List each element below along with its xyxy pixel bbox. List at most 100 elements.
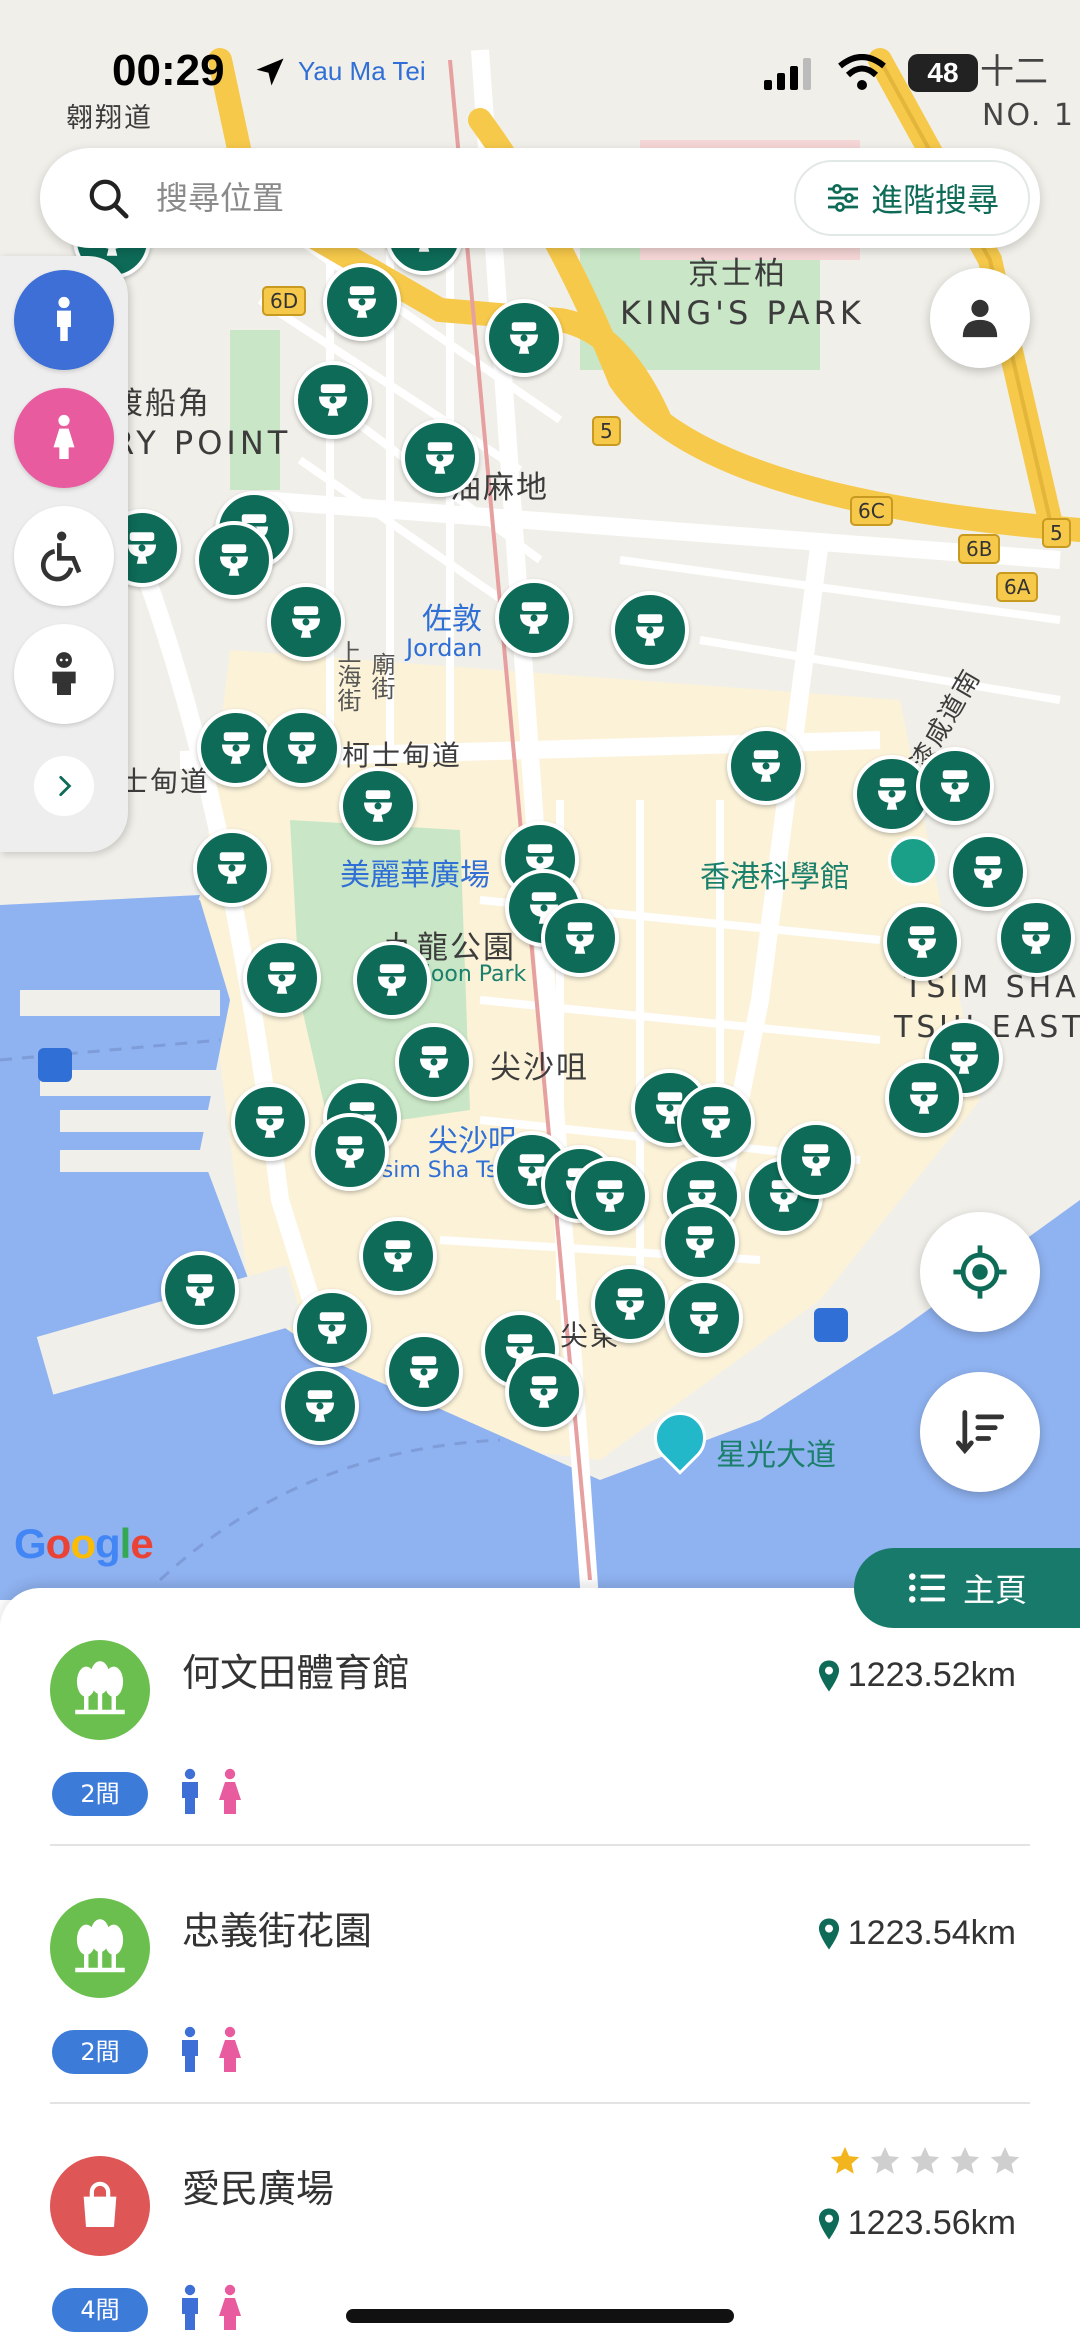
gender-icons <box>176 1768 244 1816</box>
distance-text: 1223.54km <box>847 1914 1016 1952</box>
toilet-count-badge: 4間 <box>52 2288 148 2332</box>
female-icon <box>219 2284 241 2330</box>
gender-icons <box>176 2026 244 2074</box>
toilet-map-pin[interactable] <box>339 767 417 845</box>
toilet-map-pin[interactable] <box>485 299 563 377</box>
ferry-icon <box>814 1308 848 1342</box>
search-input[interactable] <box>156 148 716 248</box>
toilet-icon <box>420 1046 448 1078</box>
battery-indicator: 48 <box>908 54 978 92</box>
male-icon <box>182 2284 198 2330</box>
toilet-map-pin[interactable] <box>294 361 372 439</box>
filter-baby-button[interactable] <box>14 624 114 724</box>
status-location: Yau Ma Tei <box>298 56 426 86</box>
toilet-icon <box>566 922 594 954</box>
star-empty-icon <box>910 2146 940 2174</box>
toilet-map-pin[interactable] <box>161 1251 239 1329</box>
home-tab-label: 主頁 <box>962 1571 1027 1609</box>
toilet-icon <box>364 790 392 822</box>
signal-icon <box>764 58 811 90</box>
toilet-map-pin[interactable] <box>231 1083 309 1161</box>
toilet-icon <box>908 926 936 958</box>
toilet-map-pin[interactable] <box>311 1113 389 1191</box>
toilet-map-pin[interactable] <box>495 579 573 657</box>
toilet-map-pin[interactable] <box>293 1289 371 1367</box>
toilet-icon <box>336 1136 364 1168</box>
museum-icon[interactable] <box>888 836 938 886</box>
search-bar[interactable]: 進階搜尋 <box>40 148 1040 248</box>
female-icon <box>53 414 75 459</box>
list-item-distance: 1223.52km <box>816 1656 1016 1695</box>
toilet-map-pin[interactable] <box>661 1203 739 1281</box>
toilet-map-pin[interactable] <box>916 747 994 825</box>
toilet-map-pin[interactable] <box>195 521 273 599</box>
toilet-map-pin[interactable] <box>571 1157 649 1235</box>
star-filled-icon <box>830 2146 860 2174</box>
male-icon <box>57 296 71 341</box>
home-tab-button[interactable]: 主頁 <box>854 1548 1080 1628</box>
toilet-icon <box>292 606 320 638</box>
toilet-map-pin[interactable] <box>267 583 345 661</box>
toilet-icon <box>1022 922 1050 954</box>
filter-accessible-button[interactable] <box>14 506 114 606</box>
toilet-icon <box>256 1106 284 1138</box>
toilet-icon <box>384 1240 412 1272</box>
toilet-map-pin[interactable] <box>395 1023 473 1101</box>
road-shield: 5 <box>592 416 621 446</box>
toilet-map-pin[interactable] <box>611 591 689 669</box>
profile-button[interactable] <box>930 268 1030 368</box>
advanced-search-button[interactable]: 進階搜尋 <box>794 160 1030 236</box>
toilet-map-pin[interactable] <box>193 829 271 907</box>
toilet-map-pin[interactable] <box>777 1121 855 1199</box>
distance-text: 1223.52km <box>847 1656 1016 1694</box>
toilet-map-pin[interactable] <box>353 941 431 1019</box>
toilet-map-pin[interactable] <box>727 727 805 805</box>
my-location-button[interactable] <box>920 1212 1040 1332</box>
advanced-search-label: 進階搜尋 <box>870 181 999 219</box>
toilet-icon <box>220 544 248 576</box>
toilet-list[interactable]: 何文田體育館 1223.52km 2間 忠義街花園 1223.54km 2間 愛… <box>0 1588 1080 2341</box>
toilet-map-pin[interactable] <box>665 1279 743 1357</box>
toilet-icon <box>530 1376 558 1408</box>
toilet-map-pin[interactable] <box>243 939 321 1017</box>
gender-icons <box>176 2284 244 2332</box>
toilet-map-pin[interactable] <box>359 1217 437 1295</box>
map-corner-label: NO. 1 <box>982 98 1075 133</box>
list-item[interactable]: 忠義街花園 1223.54km 2間 <box>0 1846 1080 2104</box>
toilet-icon <box>268 962 296 994</box>
female-icon <box>219 2026 241 2072</box>
toilet-map-pin[interactable] <box>281 1367 359 1445</box>
map-label-temple-st: 廟街 <box>367 652 395 700</box>
list-item-distance: 1223.56km <box>816 2204 1016 2243</box>
toilet-map-pin[interactable] <box>263 709 341 787</box>
list-item-name: 愛民廣場 <box>182 2167 335 2211</box>
toilet-map-pin[interactable] <box>949 833 1027 911</box>
toilet-icon <box>378 964 406 996</box>
list-item[interactable]: 愛民廣場 1223.56km 4間 <box>0 2104 1080 2341</box>
toilet-map-pin[interactable] <box>885 1059 963 1137</box>
toilet-map-pin[interactable] <box>385 1333 463 1411</box>
filter-expand-button[interactable] <box>34 756 94 816</box>
toilet-map-pin[interactable] <box>323 263 401 341</box>
toilet-map-pin[interactable] <box>505 1353 583 1431</box>
toilet-map-pin[interactable] <box>541 899 619 977</box>
filter-female-button[interactable] <box>14 388 114 488</box>
road-shield: 5 <box>1042 518 1071 548</box>
toilet-icon <box>222 732 250 764</box>
map-label-shanghai-st: 上海街 <box>333 640 361 712</box>
toilet-map-pin[interactable] <box>401 419 479 497</box>
male-icon <box>182 1768 198 1814</box>
location-pin-icon <box>818 1660 839 1691</box>
toilet-map-pin[interactable] <box>997 899 1075 977</box>
wheelchair-icon <box>40 531 82 582</box>
toilet-icon <box>520 602 548 634</box>
filter-male-button[interactable] <box>14 270 114 370</box>
park-trees-icon <box>50 1898 150 1998</box>
sort-button[interactable] <box>920 1372 1040 1492</box>
toilet-map-pin[interactable] <box>591 1265 669 1343</box>
toilet-map-pin[interactable] <box>883 903 961 981</box>
toilet-icon <box>319 384 347 416</box>
toilet-map-pin[interactable] <box>677 1083 755 1161</box>
toilet-icon <box>410 1356 438 1388</box>
home-indicator <box>346 2309 734 2323</box>
